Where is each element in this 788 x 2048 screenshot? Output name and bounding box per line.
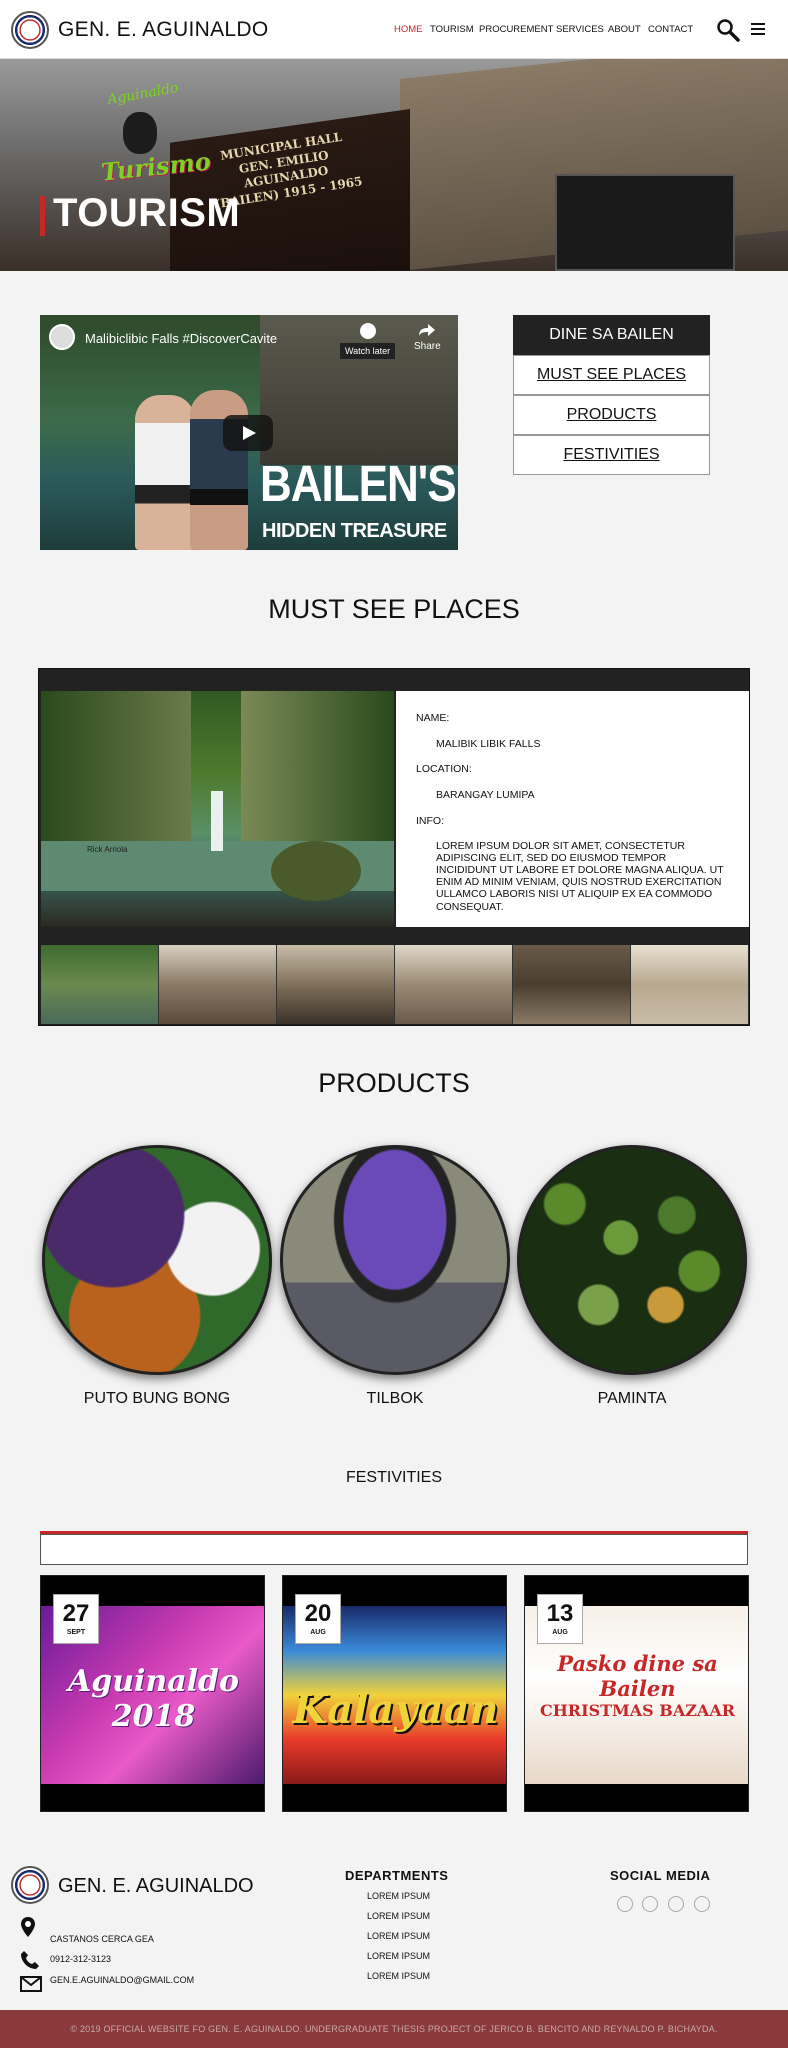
site-brand[interactable]: GEN. E. AGUINALDO bbox=[58, 18, 269, 42]
festivity-poster-title: Pasko dine sa Bailen bbox=[557, 1651, 718, 1701]
video-title[interactable]: Malibiclibic Falls #DiscoverCavite bbox=[85, 331, 277, 346]
video-overlay-title: BAILEN'S bbox=[260, 456, 457, 513]
festivity-date-badge: 20 AUG bbox=[295, 1594, 341, 1644]
product-image-puto-bung-bong[interactable] bbox=[42, 1145, 272, 1375]
thumbnail-3[interactable] bbox=[277, 945, 395, 1024]
menu-products[interactable]: PRODUCTS bbox=[513, 395, 710, 435]
festivity-poster-title: Kalayaan bbox=[292, 1686, 499, 1733]
festivity-card[interactable]: Aguinaldo 2018 27 SEPT bbox=[40, 1575, 265, 1812]
share-arrow-icon bbox=[419, 324, 436, 336]
must-see-heading: MUST SEE PLACES bbox=[268, 594, 520, 624]
product-image-paminta[interactable] bbox=[517, 1145, 747, 1375]
department-link[interactable]: LOREM IPSUM bbox=[367, 1911, 430, 1921]
product-image-tilbok[interactable] bbox=[280, 1145, 510, 1375]
page-title: TOURISM bbox=[53, 191, 241, 235]
social-media-heading: SOCIAL MEDIA bbox=[610, 1868, 711, 1883]
hero-banner: MUNICIPAL HALL GEN. EMILIO AGUINALDO (BA… bbox=[0, 59, 788, 271]
play-button[interactable] bbox=[223, 415, 273, 451]
place-info-label: INFO: bbox=[416, 814, 444, 827]
email-icon bbox=[20, 1976, 42, 1992]
departments-heading: DEPARTMENTS bbox=[345, 1868, 449, 1883]
menu-must-see-places[interactable]: MUST SEE PLACES bbox=[513, 355, 710, 395]
site-header: GEN. E. AGUINALDO HOME TOURISM PROCUREME… bbox=[0, 0, 788, 59]
municipal-seal-logo[interactable] bbox=[11, 11, 49, 49]
copyright-bar: © 2019 OFFICIAL WEBSITE FO GEN. E. AGUIN… bbox=[0, 2010, 788, 2048]
nav-contact[interactable]: CONTACT bbox=[648, 24, 693, 35]
hamburger-menu-icon[interactable] bbox=[751, 23, 765, 35]
video-overlay-subtitle: HIDDEN TREASURE bbox=[262, 520, 447, 542]
place-info-text: LOREM IPSUM DOLOR SIT AMET, CONSECTETUR … bbox=[436, 840, 724, 913]
must-see-gallery: Rick Arriola NAME: MALIBIK LIBIK FALLS L… bbox=[38, 668, 750, 1026]
festivities-filter-bar[interactable] bbox=[40, 1534, 748, 1565]
location-pin-icon bbox=[21, 1917, 35, 1937]
facebook-icon[interactable] bbox=[668, 1896, 684, 1912]
thumbnail-6[interactable] bbox=[631, 945, 749, 1024]
turismo-logo: Aguinaldo Turismo bbox=[99, 79, 212, 187]
thumbnail-5[interactable] bbox=[513, 945, 631, 1024]
place-name: MALIBIK LIBIK FALLS bbox=[436, 737, 541, 750]
thumbnail-1[interactable] bbox=[41, 945, 159, 1024]
festivity-card[interactable]: Kalayaan 20 AUG bbox=[282, 1575, 507, 1812]
clock-icon bbox=[359, 323, 376, 339]
department-link[interactable]: LOREM IPSUM bbox=[367, 1891, 430, 1901]
hero-window bbox=[555, 174, 735, 271]
festivity-poster-subtitle: CHRISTMAS BAZAAR bbox=[539, 1701, 736, 1720]
festivity-card[interactable]: Pasko dine sa Bailen CHRISTMAS BAZAAR 13… bbox=[524, 1575, 749, 1812]
hero-accent-bar bbox=[40, 196, 45, 236]
footer-email[interactable]: GEN.E.AGUINALDO@GMAIL.COM bbox=[50, 1975, 194, 1985]
featured-place-photo: Rick Arriola bbox=[41, 691, 394, 927]
watch-later-button[interactable]: Watch later bbox=[340, 323, 396, 359]
youtube-video-embed[interactable]: Malibiclibic Falls #DiscoverCavite Watch… bbox=[40, 315, 458, 550]
menu-dine-sa-bailen[interactable]: DINE SA BAILEN bbox=[513, 315, 710, 355]
twitter-icon[interactable] bbox=[617, 1896, 633, 1912]
product-name: PUTO BUNG BONG bbox=[83, 1390, 231, 1407]
nav-services[interactable]: SERVICES bbox=[556, 24, 604, 35]
product-name: TILBOK bbox=[366, 1390, 424, 1407]
festivities-heading: FESTIVITIES bbox=[345, 1469, 442, 1486]
department-link[interactable]: LOREM IPSUM bbox=[367, 1971, 430, 1981]
place-info-panel: NAME: MALIBIK LIBIK FALLS LOCATION: BARA… bbox=[396, 691, 749, 927]
department-link[interactable]: LOREM IPSUM bbox=[367, 1931, 430, 1941]
nav-tourism[interactable]: TOURISM bbox=[430, 24, 474, 35]
festivity-date-badge: 13 AUG bbox=[537, 1594, 583, 1644]
tourism-side-menu: DINE SA BAILEN MUST SEE PLACES PRODUCTS … bbox=[513, 315, 710, 475]
menu-festivities[interactable]: FESTIVITIES bbox=[513, 435, 710, 475]
photo-credit: Rick Arriola bbox=[87, 845, 128, 854]
nav-home[interactable]: HOME bbox=[394, 24, 423, 35]
products-heading: PRODUCTS bbox=[318, 1068, 470, 1098]
footer-phone[interactable]: 0912-312-3123 bbox=[50, 1954, 111, 1964]
video-person-2 bbox=[190, 390, 248, 550]
nav-procurement[interactable]: PROCUREMENT bbox=[479, 24, 553, 35]
channel-avatar[interactable] bbox=[49, 324, 75, 350]
place-location: BARANGAY LUMIPA bbox=[436, 788, 535, 801]
festivity-poster-title: Aguinaldo 2018 bbox=[67, 1664, 240, 1734]
department-link[interactable]: LOREM IPSUM bbox=[367, 1951, 430, 1961]
product-name: PAMINTA bbox=[597, 1390, 667, 1407]
footer-brand: GEN. E. AGUINALDO bbox=[58, 1875, 254, 1897]
festivity-date-badge: 27 SEPT bbox=[53, 1594, 99, 1644]
footer-seal-logo bbox=[11, 1866, 49, 1904]
video-person-1 bbox=[135, 395, 195, 550]
footer-address: CASTANOS CERCA GEA bbox=[50, 1934, 154, 1944]
nav-about[interactable]: ABOUT bbox=[608, 24, 641, 35]
place-location-label: LOCATION: bbox=[416, 763, 472, 776]
place-name-label: NAME: bbox=[416, 712, 450, 724]
thumbnail-4[interactable] bbox=[395, 945, 513, 1024]
thumbnail-2[interactable] bbox=[159, 945, 277, 1024]
phone-icon bbox=[21, 1951, 39, 1969]
share-button[interactable]: Share bbox=[414, 323, 441, 352]
place-thumbnails bbox=[41, 945, 749, 1024]
instagram-icon[interactable] bbox=[642, 1896, 658, 1912]
google-plus-icon[interactable] bbox=[694, 1896, 710, 1912]
search-icon[interactable] bbox=[716, 18, 740, 42]
